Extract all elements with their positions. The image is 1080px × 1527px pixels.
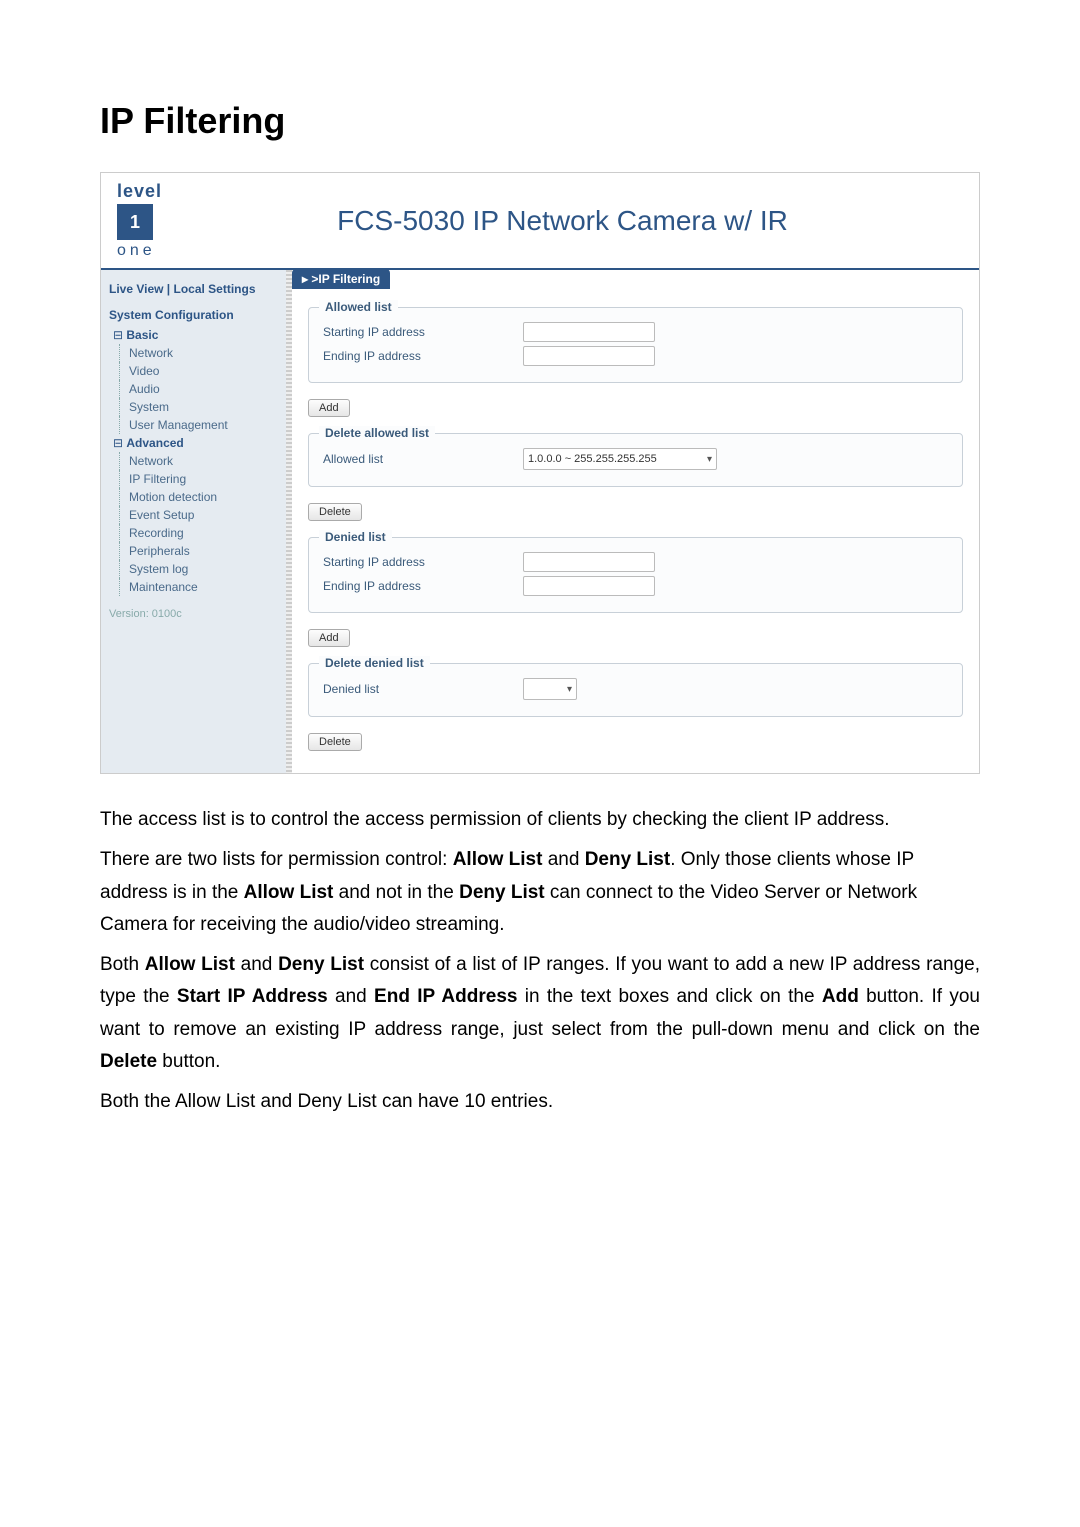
- desc-p4: Both the Allow List and Deny List can ha…: [100, 1086, 980, 1118]
- tree-item-network[interactable]: Network: [101, 344, 286, 362]
- desc-p3: Both Allow List and Deny List consist of…: [100, 949, 980, 1078]
- denied-end-input[interactable]: [523, 576, 655, 596]
- denied-list-legend: Denied list: [319, 530, 392, 544]
- system-configuration-heading: System Configuration: [101, 300, 286, 326]
- product-title: FCS-5030 IP Network Camera w/ IR: [162, 205, 963, 237]
- tree-item-ip-filtering[interactable]: IP Filtering: [101, 470, 286, 488]
- denied-delete-button[interactable]: Delete: [308, 733, 362, 751]
- desc-p1: The access list is to control the access…: [100, 804, 980, 836]
- live-view-link[interactable]: Live View | Local Settings: [101, 278, 286, 300]
- description-text: The access list is to control the access…: [100, 804, 980, 1119]
- delete-denied-fieldset: Delete denied list Denied list: [308, 663, 963, 717]
- allowed-list-fieldset: Allowed list Starting IP address Ending …: [308, 307, 963, 383]
- tree-item-audio[interactable]: Audio: [101, 380, 286, 398]
- screenshot-header: level 1 one FCS-5030 IP Network Camera w…: [101, 173, 979, 270]
- delete-allowed-label: Allowed list: [323, 452, 523, 466]
- logo-text-bottom: one: [117, 242, 156, 260]
- allowed-end-input[interactable]: [523, 346, 655, 366]
- page-heading: IP Filtering: [100, 100, 980, 142]
- brand-logo: level 1 one: [117, 181, 162, 260]
- version-label: Version: 0100c: [101, 596, 286, 624]
- delete-denied-legend: Delete denied list: [319, 656, 430, 670]
- tree-basic[interactable]: Basic: [101, 326, 286, 344]
- tree-item-adv-network[interactable]: Network: [101, 452, 286, 470]
- tree-item-system-log[interactable]: System log: [101, 560, 286, 578]
- page-tab: IP Filtering: [292, 269, 390, 289]
- allowed-list-select[interactable]: 1.0.0.0 ~ 255.255.255.255: [523, 448, 717, 470]
- denied-start-input[interactable]: [523, 552, 655, 572]
- tree-item-peripherals[interactable]: Peripherals: [101, 542, 286, 560]
- tree-advanced[interactable]: Advanced: [101, 434, 286, 452]
- tree-item-event-setup[interactable]: Event Setup: [101, 506, 286, 524]
- tree-item-maintenance[interactable]: Maintenance: [101, 578, 286, 596]
- desc-p2: There are two lists for permission contr…: [100, 844, 980, 941]
- tree-item-motion-detection[interactable]: Motion detection: [101, 488, 286, 506]
- tree-item-recording[interactable]: Recording: [101, 524, 286, 542]
- logo-mark: 1: [117, 204, 153, 240]
- denied-list-fieldset: Denied list Starting IP address Ending I…: [308, 537, 963, 613]
- denied-end-label: Ending IP address: [323, 579, 523, 593]
- main-panel: IP Filtering Allowed list Starting IP ad…: [292, 270, 979, 773]
- tree-item-video[interactable]: Video: [101, 362, 286, 380]
- sidebar: Live View | Local Settings System Config…: [101, 270, 286, 773]
- delete-allowed-fieldset: Delete allowed list Allowed list 1.0.0.0…: [308, 433, 963, 487]
- allowed-start-label: Starting IP address: [323, 325, 523, 339]
- delete-denied-label: Denied list: [323, 682, 523, 696]
- allowed-end-label: Ending IP address: [323, 349, 523, 363]
- denied-start-label: Starting IP address: [323, 555, 523, 569]
- config-screenshot: level 1 one FCS-5030 IP Network Camera w…: [100, 172, 980, 774]
- allowed-start-input[interactable]: [523, 322, 655, 342]
- denied-list-select[interactable]: [523, 678, 577, 700]
- delete-allowed-legend: Delete allowed list: [319, 426, 435, 440]
- allowed-add-button[interactable]: Add: [308, 399, 350, 417]
- denied-add-button[interactable]: Add: [308, 629, 350, 647]
- tree-item-system[interactable]: System: [101, 398, 286, 416]
- allowed-list-legend: Allowed list: [319, 300, 398, 314]
- logo-text-top: level: [117, 181, 162, 202]
- tree-item-user-management[interactable]: User Management: [101, 416, 286, 434]
- allowed-delete-button[interactable]: Delete: [308, 503, 362, 521]
